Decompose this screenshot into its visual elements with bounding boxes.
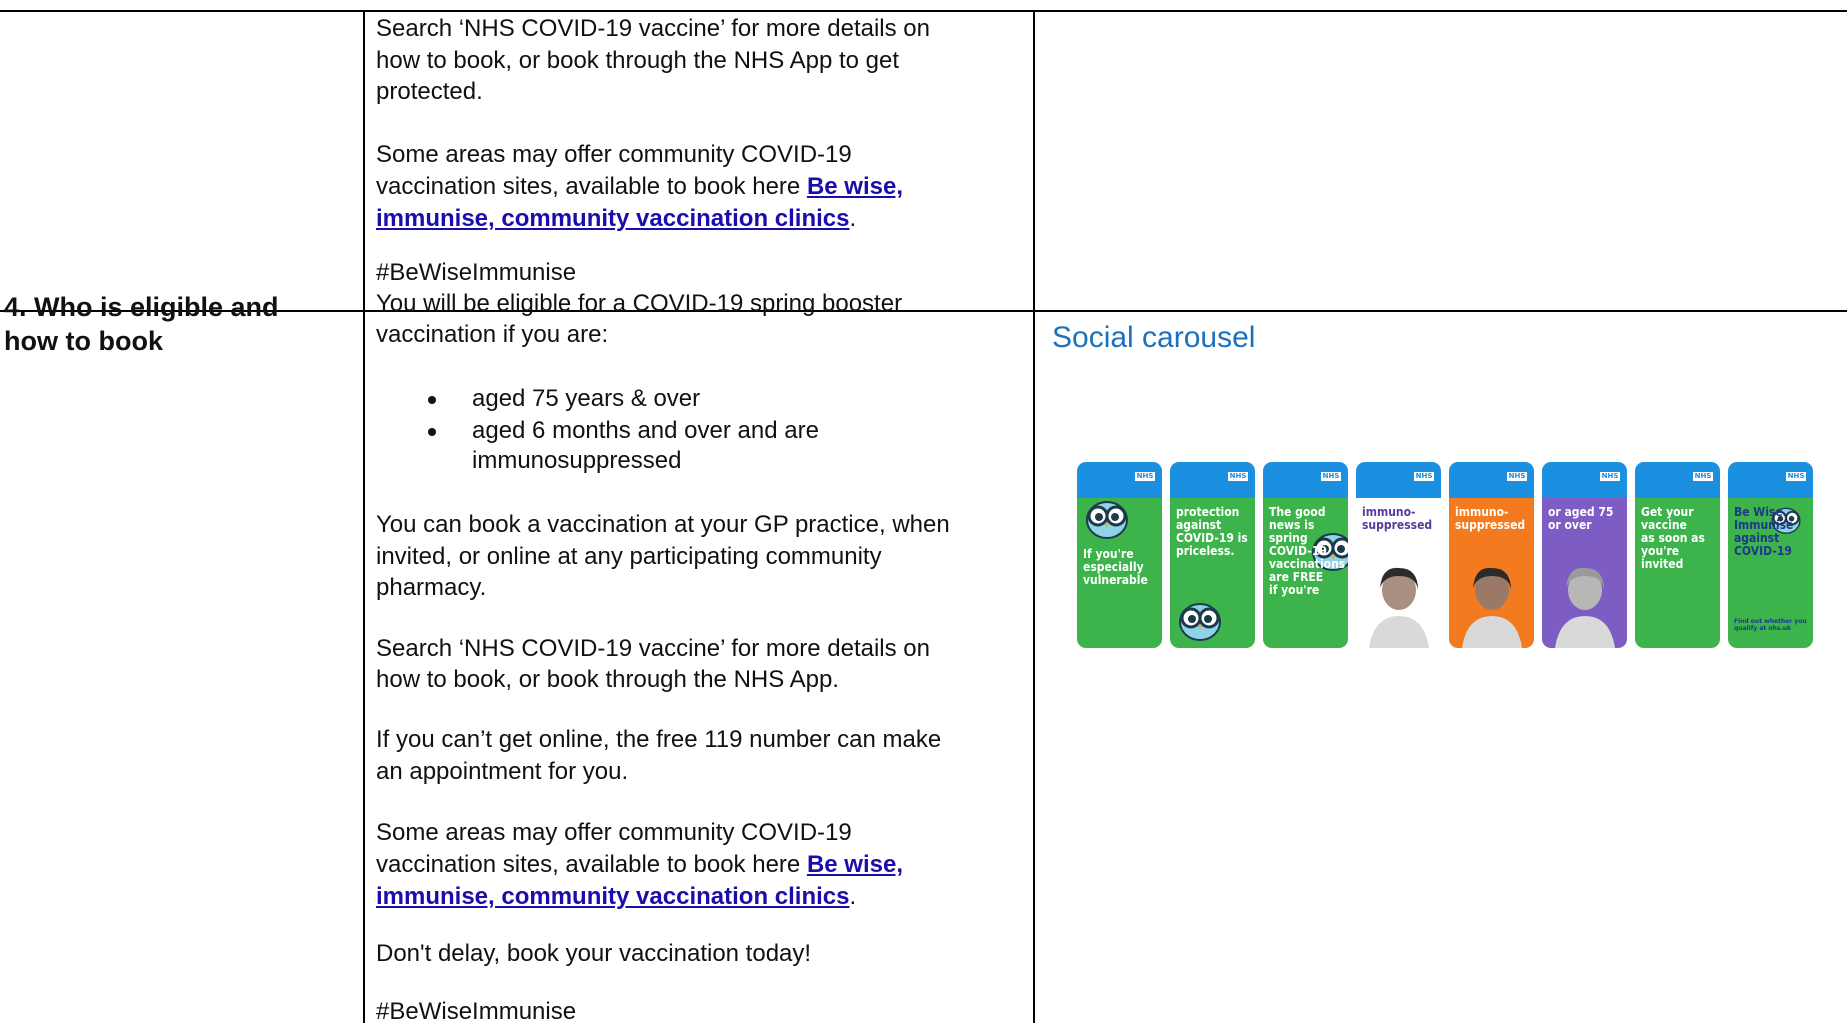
- owl-icon: [1081, 490, 1133, 547]
- row1-hashtag: #BeWiseImmunise: [376, 259, 577, 286]
- carousel-card[interactable]: NHS The good news is spring COVID-19 vacc…: [1263, 462, 1348, 648]
- link-suffix-2: .: [849, 883, 857, 910]
- row1-para2-text: vaccination sites, available to book her…: [376, 173, 801, 200]
- community-line3: immunise, community vaccination clinics.: [376, 880, 856, 913]
- phone-line1: If you can’t get online, the free 119 nu…: [376, 726, 942, 753]
- section-heading: 4. Who is eligible and how to book: [4, 290, 279, 358]
- community-text: vaccination sites, available to book her…: [376, 851, 801, 878]
- social-carousel-title: Social carousel: [1052, 321, 1256, 354]
- card-text: Get your vaccine as soon as you're invit…: [1641, 505, 1705, 571]
- community-line2: vaccination sites, available to book her…: [376, 848, 903, 881]
- card-text: If you're especially vulnerable: [1083, 547, 1148, 587]
- row1-para2-line3: immunise, community vaccination clinics.: [376, 202, 856, 235]
- card-header: NHS: [1263, 462, 1348, 498]
- card-header: NHS: [1542, 462, 1627, 498]
- row1-para2-line2: vaccination sites, available to book her…: [376, 170, 903, 203]
- community-clinics-link-cont[interactable]: immunise, community vaccination clinics: [376, 205, 849, 232]
- carousel-card[interactable]: NHS immuno- suppressed: [1449, 462, 1534, 648]
- card-header: NHS: [1170, 462, 1255, 498]
- bullet-1: aged 75 years & over: [472, 385, 701, 412]
- carousel-card[interactable]: NHS Be Wise. Immunise against COVID-19 Fin…: [1728, 462, 1813, 648]
- nhs-logo: NHS: [1414, 472, 1434, 481]
- community-line1: Some areas may offer community COVID-19: [376, 819, 852, 846]
- nhs-logo: NHS: [1786, 472, 1806, 481]
- phone-line2: an appointment for you.: [376, 758, 629, 785]
- carousel-card[interactable]: NHS or aged 75 or over: [1542, 462, 1627, 648]
- community-clinics-link-2[interactable]: Be wise,: [807, 851, 903, 878]
- search-line2: how to book, or book through the NHS App…: [376, 666, 839, 693]
- card-header: NHS: [1356, 462, 1441, 498]
- bullet-dot-1: [428, 396, 436, 404]
- search-line1: Search ‘NHS COVID-19 vaccine’ for more d…: [376, 635, 930, 662]
- card-text: immuno- suppressed: [1455, 505, 1526, 532]
- card-header: NHS: [1635, 462, 1720, 498]
- carousel-card[interactable]: NHS protection against COVID-19 is pricel…: [1170, 462, 1255, 648]
- person-photo: [1364, 558, 1434, 648]
- child-photo: [1457, 558, 1527, 648]
- section-heading-line1: 4. Who is eligible and: [4, 292, 279, 322]
- carousel-card[interactable]: NHS immuno- suppressed: [1356, 462, 1441, 648]
- nhs-logo: NHS: [1693, 472, 1713, 481]
- card-header: NHS: [1449, 462, 1534, 498]
- nhs-logo: NHS: [1135, 472, 1155, 481]
- book-line3: pharmacy.: [376, 574, 487, 601]
- nhs-logo: NHS: [1321, 472, 1341, 481]
- senior-photo: [1550, 558, 1620, 648]
- intro-line2: vaccination if you are:: [376, 321, 609, 348]
- column-divider-2: [1033, 10, 1035, 1023]
- intro-line1: You will be eligible for a COVID-19 spri…: [376, 290, 903, 317]
- card-text: Be Wise. Immunise against COVID-19: [1734, 505, 1794, 558]
- community-clinics-link-2-cont[interactable]: immunise, community vaccination clinics: [376, 883, 849, 910]
- bullet-2-line1: aged 6 months and over and are: [472, 417, 819, 444]
- card-text: protection against COVID-19 is priceless…: [1176, 505, 1248, 558]
- nhs-logo: NHS: [1228, 472, 1248, 481]
- book-line2: invited, or online at any participating …: [376, 543, 882, 570]
- nhs-logo: NHS: [1507, 472, 1527, 481]
- bullet-dot-2: [428, 428, 436, 436]
- card-text: or aged 75 or over: [1548, 505, 1614, 532]
- section-heading-line2: how to book: [4, 326, 163, 356]
- row1-para1-line3: protected.: [376, 78, 483, 105]
- owl-icon: [1174, 592, 1226, 648]
- row2-hashtag: #BeWiseImmunise: [376, 998, 577, 1025]
- community-clinics-link[interactable]: Be wise,: [807, 173, 903, 200]
- card-footer: Find out whether you qualify at nhs.uk: [1734, 618, 1807, 632]
- delay-line: Don't delay, book your vaccination today…: [376, 940, 812, 967]
- bullet-2-line2: immunosuppressed: [472, 447, 682, 474]
- nhs-logo: NHS: [1600, 472, 1620, 481]
- carousel-card[interactable]: NHS Get your vaccine as soon as you're in…: [1635, 462, 1720, 648]
- row1-para1-line2: how to book, or book through the NHS App…: [376, 47, 900, 74]
- card-text: The good news is spring COVID-19 vaccina…: [1269, 505, 1346, 597]
- card-text: immuno- suppressed: [1362, 505, 1433, 532]
- row1-para1-line1: Search ‘NHS COVID-19 vaccine’ for more d…: [376, 15, 930, 42]
- card-header: NHS: [1728, 462, 1813, 498]
- column-divider-1: [363, 10, 365, 1023]
- row1-para2-line1: Some areas may offer community COVID-19: [376, 141, 852, 168]
- book-line1: You can book a vaccination at your GP pr…: [376, 511, 950, 538]
- carousel-card[interactable]: NHS If you're especially vulnerable: [1077, 462, 1162, 648]
- link-suffix: .: [849, 205, 857, 232]
